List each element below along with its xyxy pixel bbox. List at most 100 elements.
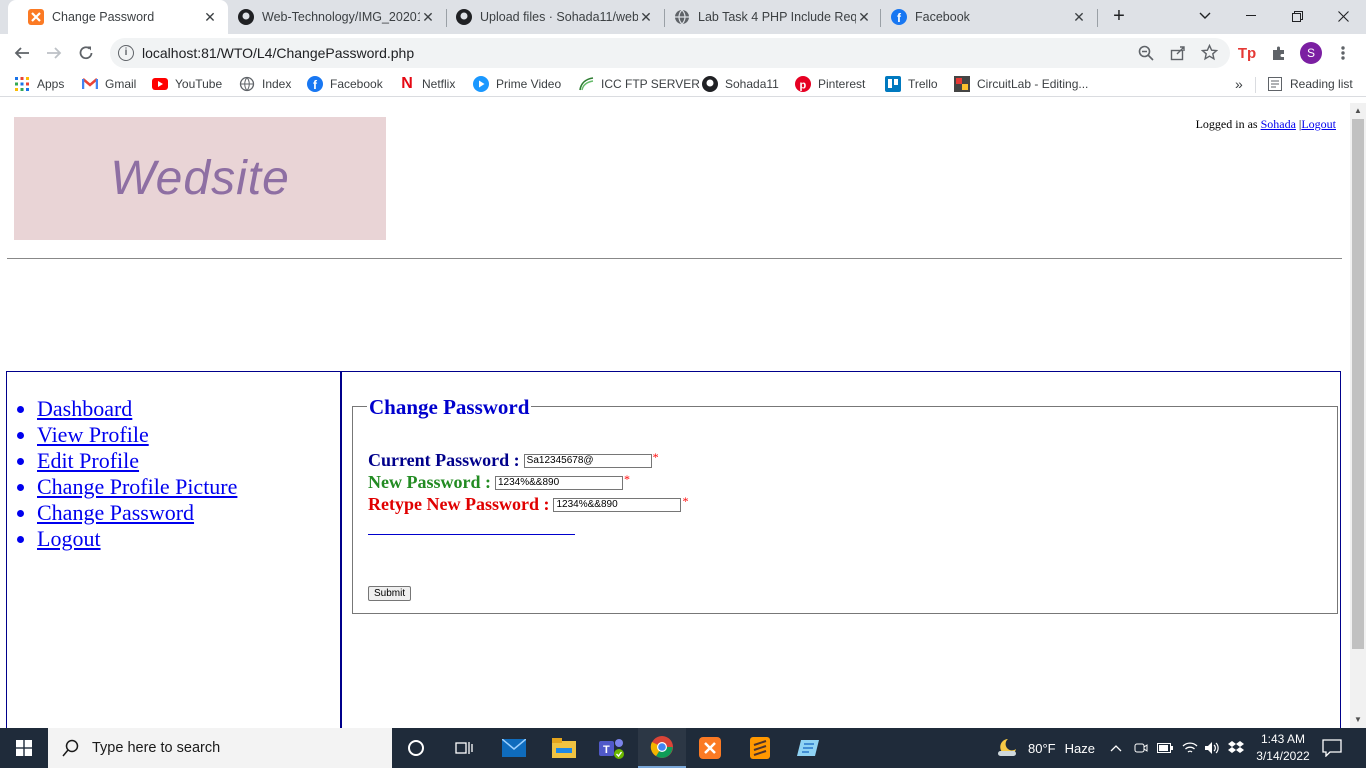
tab-title: Lab Task 4 PHP Include Requ: [698, 10, 856, 24]
bookmark-star-icon[interactable]: [1200, 43, 1219, 66]
tab-search-chevron-icon[interactable]: [1182, 0, 1228, 32]
close-icon[interactable]: ✕: [420, 9, 436, 25]
close-icon[interactable]: ✕: [856, 9, 872, 25]
tab-lab-task[interactable]: Lab Task 4 PHP Include Requ ✕: [654, 0, 882, 34]
site-logo: Wedsite: [14, 117, 386, 240]
xampp-app-icon[interactable]: [686, 728, 734, 768]
info-icon[interactable]: i: [118, 45, 134, 61]
scroll-up-arrow-icon[interactable]: ▲: [1350, 103, 1366, 119]
bookmark-icc-ftp[interactable]: ICC FTP SERVER: [578, 75, 700, 93]
reading-list-button[interactable]: Reading list: [1267, 75, 1353, 93]
nav-item: View Profile: [37, 422, 237, 448]
globe-icon: [239, 76, 255, 92]
clock-time: 1:43 AM: [1260, 732, 1306, 746]
bookmark-netflix[interactable]: N Netflix: [399, 75, 455, 93]
extension-tp-icon[interactable]: Tp: [1234, 40, 1260, 66]
tab-strip: Change Password ✕ Web-Technology/IMG_202…: [0, 0, 1366, 34]
battery-icon[interactable]: [1157, 728, 1173, 768]
bookmark-trello[interactable]: Trello: [885, 75, 938, 93]
retype-password-input[interactable]: [553, 497, 682, 512]
tab-facebook[interactable]: f Facebook ✕: [871, 0, 1097, 34]
search-placeholder: Type here to search: [92, 740, 221, 756]
bookmark-youtube[interactable]: YouTube: [152, 75, 222, 93]
sublime-text-icon[interactable]: [736, 728, 784, 768]
restore-button[interactable]: [1274, 0, 1320, 32]
tab-upload-files[interactable]: Upload files · Sohada11/webt ✕: [436, 0, 664, 34]
tab-change-password[interactable]: Change Password ✕: [8, 0, 228, 34]
close-icon[interactable]: ✕: [202, 9, 218, 25]
reload-button[interactable]: [73, 40, 99, 66]
scrollbar-thumb[interactable]: [1352, 119, 1364, 649]
close-icon[interactable]: ✕: [1071, 9, 1087, 25]
new-password-row: New Password : *: [368, 472, 630, 493]
minimize-button[interactable]: [1228, 0, 1274, 32]
dropbox-icon[interactable]: [1228, 728, 1244, 768]
bookmarks-overflow-button[interactable]: »: [1235, 75, 1243, 93]
page-scrollbar[interactable]: ▲ ▼: [1350, 103, 1366, 728]
back-button[interactable]: [9, 40, 35, 66]
profile-avatar[interactable]: S: [1298, 40, 1324, 66]
reading-list-label: Reading list: [1290, 77, 1353, 91]
wifi-icon[interactable]: [1182, 728, 1198, 768]
forward-button[interactable]: [41, 40, 67, 66]
current-password-input[interactable]: [523, 453, 652, 468]
bookmark-label: Apps: [37, 77, 65, 91]
browser-toolbar: i localhost:81/WTO/L4/ChangePassword.php…: [0, 34, 1366, 71]
bookmark-label: Netflix: [422, 77, 456, 91]
submit-button[interactable]: Submit: [368, 586, 412, 601]
bookmarks-bar: Apps Gmail YouTube Index f Facebook N Ne…: [0, 71, 1366, 97]
circuitlab-icon: [954, 76, 970, 92]
notes-app-icon[interactable]: [784, 728, 832, 768]
nav-logout-link[interactable]: Logout: [37, 526, 101, 551]
reading-list-icon: [1267, 76, 1283, 92]
new-password-input[interactable]: [495, 475, 623, 490]
show-hidden-icons-chevron-icon[interactable]: [1110, 728, 1122, 768]
bookmark-facebook[interactable]: f Facebook: [307, 75, 383, 93]
facebook-icon: f: [307, 76, 323, 92]
new-tab-button[interactable]: +: [1096, 0, 1142, 32]
address-bar[interactable]: i localhost:81/WTO/L4/ChangePassword.php: [110, 38, 1230, 68]
icc-icon: [578, 76, 594, 92]
taskbar-search-box[interactable]: Type here to search: [48, 728, 392, 768]
required-marker: *: [624, 472, 630, 486]
close-window-button[interactable]: [1320, 0, 1366, 32]
menu-kebab-icon[interactable]: [1330, 40, 1356, 66]
extensions-puzzle-icon[interactable]: [1266, 40, 1292, 66]
bookmark-sohada11[interactable]: Sohada11: [702, 75, 779, 93]
nav-edit-profile-link[interactable]: Edit Profile: [37, 448, 139, 473]
close-icon[interactable]: ✕: [638, 9, 654, 25]
cortana-icon[interactable]: [392, 728, 440, 768]
zoom-icon[interactable]: [1138, 45, 1154, 66]
url-text[interactable]: localhost:81/WTO/L4/ChangePassword.php: [142, 45, 414, 61]
nav-dashboard-link[interactable]: Dashboard: [37, 396, 132, 421]
mail-app-icon[interactable]: [490, 728, 538, 768]
facebook-icon: f: [891, 9, 907, 25]
taskbar-clock[interactable]: 1:43 AM 3/14/2022: [1250, 731, 1316, 765]
notifications-icon[interactable]: [1322, 728, 1342, 768]
current-password-row: Current Password : *: [368, 450, 659, 471]
current-password-label: Current Password :: [368, 450, 520, 470]
bookmark-circuitlab[interactable]: CircuitLab - Editing...: [954, 75, 1088, 93]
task-view-icon[interactable]: [440, 728, 488, 768]
volume-icon[interactable]: [1204, 728, 1220, 768]
bookmark-index[interactable]: Index: [239, 75, 291, 93]
scroll-down-arrow-icon[interactable]: ▼: [1350, 712, 1366, 728]
share-icon[interactable]: [1170, 45, 1186, 66]
file-explorer-icon[interactable]: [540, 728, 588, 768]
login-status: Logged in as Sohada |Logout: [1196, 117, 1336, 132]
tab-web-technology[interactable]: Web-Technology/IMG_20201 ✕: [218, 0, 446, 34]
chrome-app-icon[interactable]: [638, 728, 686, 768]
bookmark-gmail[interactable]: Gmail: [82, 75, 136, 93]
bookmark-apps[interactable]: Apps: [14, 75, 64, 93]
nav-change-profile-picture-link[interactable]: Change Profile Picture: [37, 474, 237, 499]
username-link[interactable]: Sohada: [1261, 117, 1296, 131]
bookmark-prime-video[interactable]: Prime Video: [473, 75, 561, 93]
weather-widget[interactable]: 80°F Haze: [996, 728, 1095, 768]
teams-icon[interactable]: T: [588, 728, 636, 768]
header-logout-link[interactable]: Logout: [1301, 117, 1336, 131]
meet-now-icon[interactable]: [1134, 728, 1148, 768]
bookmark-pinterest[interactable]: p Pinterest: [795, 75, 865, 93]
windows-start-button[interactable]: [0, 728, 48, 768]
nav-change-password-link[interactable]: Change Password: [37, 500, 194, 525]
nav-view-profile-link[interactable]: View Profile: [37, 422, 149, 447]
